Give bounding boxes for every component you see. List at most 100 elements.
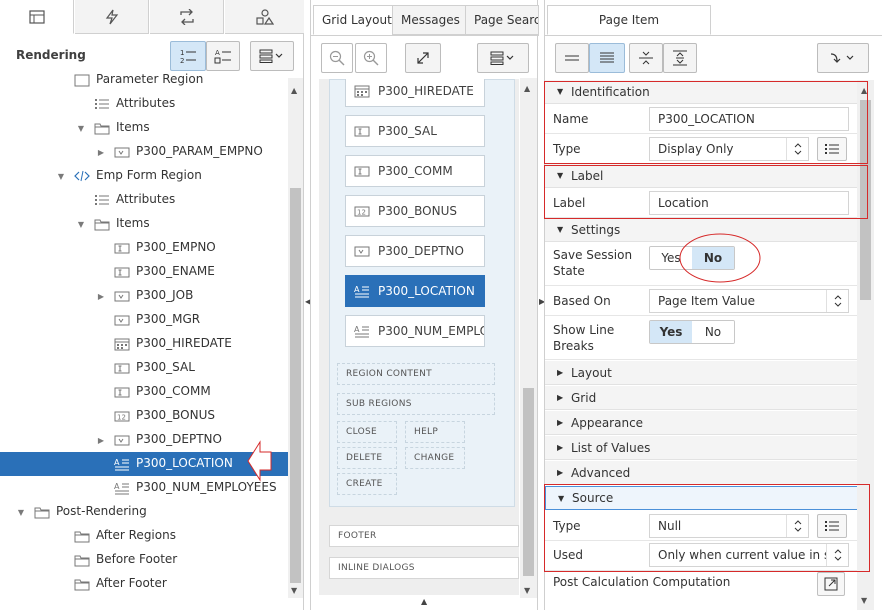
tab-messages[interactable]: Messages xyxy=(392,5,466,35)
tree-node[interactable]: A P300_LOCATION xyxy=(0,452,288,476)
tree-node[interactable]: After Footer xyxy=(0,572,288,596)
grid-page-item-label: P300_COMM xyxy=(378,164,453,178)
tab-dynamic-actions[interactable] xyxy=(75,0,149,34)
expand-down-icon[interactable]: ▼ xyxy=(56,171,66,181)
grid-page-item[interactable]: 12 P300_BONUS xyxy=(345,195,485,227)
triangle-right-icon: ▶ xyxy=(557,418,564,427)
scroll-thumb[interactable] xyxy=(523,388,534,576)
tree-node[interactable]: P300_MGR xyxy=(0,308,288,332)
grid-page-item[interactable]: A P300_LOCATION xyxy=(345,275,485,307)
tree-node[interactable]: Attributes xyxy=(0,188,288,212)
expand-down-icon[interactable]: ▼ xyxy=(76,219,86,229)
button-slot[interactable]: DELETE xyxy=(337,447,397,469)
tree-node[interactable]: ▼ Items xyxy=(0,116,288,140)
scroll-up-arrow-icon[interactable]: ▲ xyxy=(291,86,297,95)
section-advanced[interactable]: ▶ Advanced xyxy=(545,461,858,485)
tab-rendering-tree[interactable] xyxy=(0,0,74,34)
tab-shared-components[interactable] xyxy=(225,0,304,34)
tree-options-menu-button[interactable] xyxy=(250,41,294,71)
tree-node[interactable]: P300_COMM xyxy=(0,380,288,404)
drop-zone[interactable]: REGION CONTENT xyxy=(337,363,495,385)
button-slot[interactable]: CLOSE xyxy=(337,421,397,443)
expand-all-button[interactable] xyxy=(663,43,697,73)
section-grid[interactable]: ▶ Grid xyxy=(545,386,858,410)
rendering-tree-scrollbar[interactable]: ▲ ▼ xyxy=(288,78,303,598)
expand-right-icon[interactable]: ▶ xyxy=(96,435,106,445)
go-to-group-menu-button[interactable] xyxy=(817,43,869,73)
processing-arrows-icon xyxy=(179,8,194,25)
collapse-icon xyxy=(639,51,653,65)
menu-stack-icon xyxy=(259,49,283,63)
tree-node[interactable]: After Regions xyxy=(0,524,288,548)
tree-node[interactable]: Before Footer xyxy=(0,548,288,572)
tree-node[interactable]: ▶ P300_PARAM_EMPNO xyxy=(0,140,288,164)
button-slot[interactable]: CHANGE xyxy=(405,447,465,469)
drop-zone[interactable]: SUB REGIONS xyxy=(337,393,495,415)
text-field-icon xyxy=(114,361,130,375)
scroll-up-arrow-icon[interactable]: ▲ xyxy=(524,84,530,93)
tree-node[interactable]: ▶ P300_DEPTNO xyxy=(0,428,288,452)
tree-node[interactable]: A P300_NUM_EMPLOYEES xyxy=(0,476,288,500)
grid-page-item-label: P300_BONUS xyxy=(378,204,457,218)
show-line-breaks-yes-button[interactable]: Yes xyxy=(650,321,692,343)
expand-right-icon[interactable]: ▶ xyxy=(96,291,106,301)
tab-processing[interactable] xyxy=(150,0,224,34)
view-tree-grouped-button[interactable]: A xyxy=(206,41,240,71)
show-common-button[interactable] xyxy=(555,43,589,73)
footer-zone[interactable]: FOOTER xyxy=(329,525,519,547)
grid-page-item[interactable]: P300_COMM xyxy=(345,155,485,187)
tree-node[interactable]: 12 P300_BONUS xyxy=(0,404,288,428)
section-list-of-values[interactable]: ▶ List of Values xyxy=(545,436,858,460)
display-only-icon: A xyxy=(114,457,130,471)
zoom-out-button[interactable] xyxy=(321,43,353,73)
grid-layout-scrollbar[interactable]: ▲ ▼ xyxy=(520,78,537,598)
show-line-breaks-no-button[interactable]: No xyxy=(692,321,734,343)
svg-text:12: 12 xyxy=(357,209,366,217)
grid-page-item[interactable]: P300_DEPTNO xyxy=(345,235,485,267)
folder-icon xyxy=(74,531,90,543)
expand-button[interactable] xyxy=(405,43,441,73)
tree-node[interactable]: Parameter Region xyxy=(0,70,288,92)
view-tree-numbered-button[interactable]: 12 xyxy=(170,41,206,71)
grid-page-item[interactable]: P300_HIREDATE xyxy=(345,79,485,107)
grid-page-item[interactable]: A P300_NUM_EMPLOYEES xyxy=(345,315,485,347)
tree-node[interactable]: ▼ Emp Form Region xyxy=(0,164,288,188)
tree-node[interactable]: P300_HIREDATE xyxy=(0,332,288,356)
tree-node[interactable]: Attributes xyxy=(0,92,288,116)
scroll-down-arrow-icon[interactable]: ▼ xyxy=(291,586,297,595)
scroll-thumb[interactable] xyxy=(290,188,301,583)
tree-node[interactable]: P300_SAL xyxy=(0,356,288,380)
tree-node[interactable]: P300_EMPNO xyxy=(0,236,288,260)
layout-options-menu-button[interactable] xyxy=(477,43,529,73)
expand-down-icon[interactable]: ▼ xyxy=(16,507,26,517)
scroll-down-arrow-icon[interactable]: ▼ xyxy=(861,596,867,605)
tab-grid-layout[interactable]: Grid Layout xyxy=(313,5,393,35)
display-only-icon: A xyxy=(114,458,129,471)
grid-page-item[interactable]: P300_SAL xyxy=(345,115,485,147)
scroll-down-arrow-icon[interactable]: ▼ xyxy=(524,586,530,595)
expand-right-icon[interactable]: ▶ xyxy=(96,147,106,157)
collapse-all-button[interactable] xyxy=(629,43,663,73)
inline-dialogs-zone[interactable]: INLINE DIALOGS xyxy=(329,557,519,579)
number-field-icon: 12 xyxy=(354,204,370,218)
tree-node[interactable]: P300_ENAME xyxy=(0,260,288,284)
tab-page-item[interactable]: Page Item xyxy=(547,5,711,35)
based-on-select[interactable]: Page Item Value xyxy=(649,289,849,313)
zoom-in-button[interactable] xyxy=(355,43,387,73)
expand-down-icon[interactable]: ▼ xyxy=(76,123,86,133)
tab-page-search[interactable]: Page Search xyxy=(465,5,539,35)
button-slot[interactable]: HELP xyxy=(405,421,465,443)
tree-node[interactable]: ▼ Items xyxy=(0,212,288,236)
folder-icon xyxy=(94,217,110,231)
section-layout[interactable]: ▶ Layout xyxy=(545,361,858,385)
button-slot[interactable]: CREATE xyxy=(337,473,397,495)
section-appearance[interactable]: ▶ Appearance xyxy=(545,411,858,435)
tree-node[interactable]: ▼ Post-Rendering xyxy=(0,500,288,524)
show-all-button[interactable] xyxy=(589,43,625,73)
collapse-bottom-arrow-icon[interactable]: ▲ xyxy=(421,597,427,606)
select-list-icon xyxy=(354,246,370,257)
post-calculation-edit-button[interactable] xyxy=(817,572,845,596)
tree-node[interactable]: ▶ P300_JOB xyxy=(0,284,288,308)
folder-icon xyxy=(74,553,90,567)
annotation-box-source xyxy=(544,484,870,572)
